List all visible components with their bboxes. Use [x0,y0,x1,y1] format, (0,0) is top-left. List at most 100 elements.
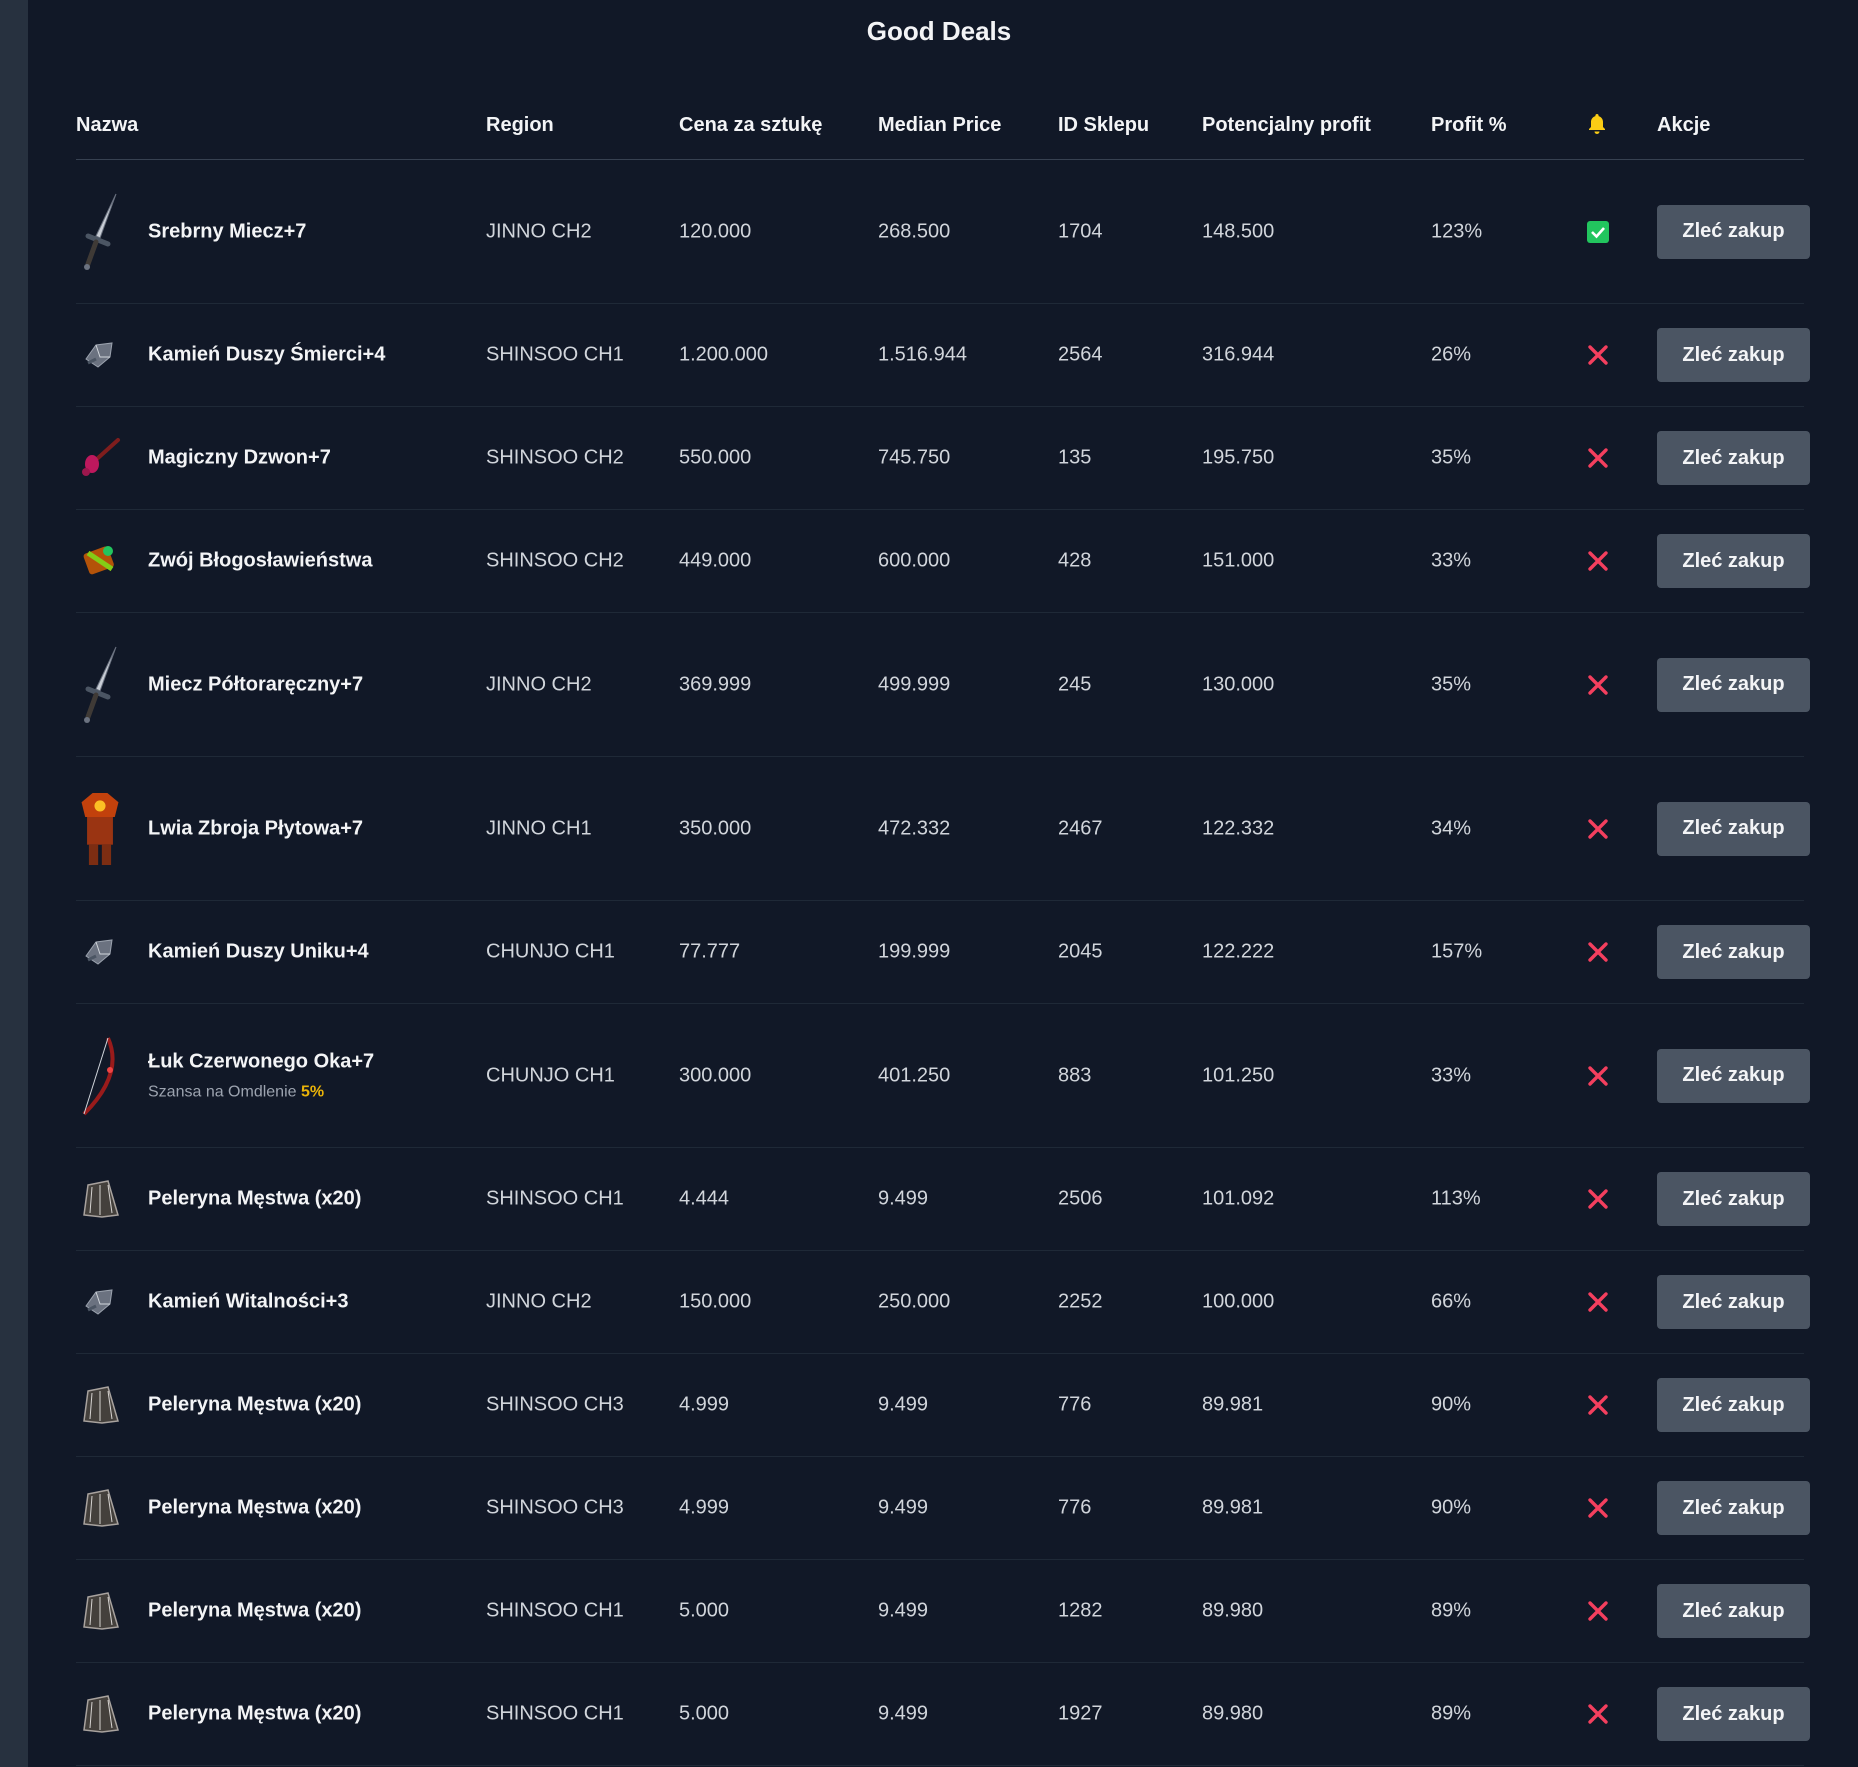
cross-icon[interactable] [1587,1703,1609,1725]
order-purchase-button[interactable]: Zleć zakup [1657,328,1810,382]
order-purchase-button[interactable]: Zleć zakup [1657,925,1810,979]
header-median-price[interactable]: Median Price [878,114,1001,137]
cross-icon[interactable] [1587,1291,1609,1313]
order-purchase-button[interactable]: Zleć zakup [1657,1481,1810,1535]
median-price-cell: 9.499 [878,1599,929,1622]
region-cell: SHINSOO CH3 [486,1393,624,1416]
price-cell: 1.200.000 [679,343,768,366]
table-row: Peleryna Męstwa (x20) SHINSOO CH3 4.999 9.4… [76,1457,1810,1560]
order-purchase-button[interactable]: Zleć zakup [1657,657,1810,712]
item-name: Peleryna Męstwa (x20) [148,1702,362,1725]
item-name-cell: Miecz Półtoraręczny+7 [148,673,363,696]
table-row: Kamień Witalności+3 JINNO CH2 150.000 250.0… [76,1251,1810,1354]
median-price-cell: 499.999 [878,673,951,695]
order-purchase-button[interactable]: Zleć zakup [1657,1687,1810,1741]
shop-id-cell: 135 [1058,446,1092,469]
order-purchase-button[interactable]: Zleć zakup [1657,1172,1810,1226]
item-name-cell: Zwój Błogosławieństwa [148,550,372,573]
profit-percent-cell: 33% [1431,549,1472,572]
price-cell: 150.000 [679,1290,752,1313]
profit-percent-cell: 157% [1431,940,1483,963]
item-name: Lwia Zbroja Płytowa+7 [148,817,364,839]
item-name-cell: Łuk Czerwonego Oka+7 Szansa na Omdlenie 5… [148,1050,374,1101]
region-cell: JINNO CH2 [486,1290,592,1313]
cross-icon[interactable] [1587,941,1609,963]
table-row: Magiczny Dzwon+7 SHINSOO CH2 550.000 745.75… [76,407,1810,510]
price-cell: 120.000 [679,220,752,242]
cross-icon[interactable] [1587,1065,1609,1087]
stone-icon [76,934,124,970]
region-cell: SHINSOO CH2 [486,446,624,469]
cross-icon[interactable] [1587,550,1609,572]
cross-icon[interactable] [1587,447,1609,469]
median-price-cell: 600.000 [878,549,951,572]
cross-icon[interactable] [1587,344,1609,366]
median-price-cell: 9.499 [878,1702,929,1725]
cross-icon[interactable] [1587,1600,1609,1622]
item-bonus-label: Szansa na Omdlenie [148,1083,297,1100]
cross-icon[interactable] [1587,1497,1609,1519]
region-cell: SHINSOO CH3 [486,1496,624,1519]
header-potential-profit[interactable]: Potencjalny profit [1202,114,1371,137]
header-name[interactable]: Nazwa [76,114,138,137]
table-row: Łuk Czerwonego Oka+7 Szansa na Omdlenie 5… [76,1004,1810,1148]
header-shop-id[interactable]: ID Sklepu [1058,114,1149,137]
price-cell: 4.999 [679,1496,730,1519]
cape-icon [76,1486,124,1530]
order-purchase-button[interactable]: Zleć zakup [1657,1584,1810,1638]
cross-icon[interactable] [1587,1394,1609,1416]
potential-profit-cell: 89.981 [1202,1496,1264,1519]
page-title: Good Deals [866,16,1012,46]
cape-icon [76,1177,124,1221]
potential-profit-cell: 100.000 [1202,1290,1275,1313]
header-region[interactable]: Region [486,114,554,137]
cross-icon[interactable] [1587,1188,1609,1210]
cross-icon[interactable] [1587,818,1609,840]
order-purchase-button[interactable]: Zleć zakup [1657,204,1810,259]
table-row: Kamień Duszy Uniku+4 CHUNJO CH1 77.777 199.… [76,901,1810,1004]
profit-percent-cell: 90% [1431,1393,1472,1416]
order-purchase-button[interactable]: Zleć zakup [1657,1275,1810,1329]
item-name-cell: Peleryna Męstwa (x20) [148,1188,361,1211]
table-row: Peleryna Męstwa (x20) SHINSOO CH1 5.000 9.4… [76,1663,1810,1766]
item-name-cell: Peleryna Męstwa (x20) [148,1497,361,1520]
shop-id-cell: 1704 [1058,220,1103,242]
item-bonus: Szansa na Omdlenie 5% [148,1083,374,1101]
order-purchase-button[interactable]: Zleć zakup [1657,534,1810,588]
order-purchase-button[interactable]: Zleć zakup [1657,801,1810,856]
median-price-cell: 9.499 [878,1187,929,1210]
order-purchase-button[interactable]: Zleć zakup [1657,1048,1810,1103]
potential-profit-cell: 122.332 [1202,817,1275,839]
deals-table: Nazwa Region Cena za sztukę Median Price… [76,92,1810,1766]
sword-icon [76,192,124,272]
item-name: Kamień Duszy Śmierci+4 [148,343,386,366]
order-purchase-button[interactable]: Zleć zakup [1657,1378,1810,1432]
item-name: Srebrny Miecz+7 [148,220,307,242]
median-price-cell: 472.332 [878,817,951,839]
profit-percent-cell: 35% [1431,446,1472,469]
item-name-cell: Kamień Witalności+3 [148,1291,348,1314]
median-price-cell: 1.516.944 [878,343,967,366]
header-profit-percent[interactable]: Profit % [1431,114,1507,137]
item-name-cell: Peleryna Męstwa (x20) [148,1394,361,1417]
table-row: Peleryna Męstwa (x20) SHINSOO CH1 5.000 9.4… [76,1560,1810,1663]
region-cell: SHINSOO CH1 [486,343,624,366]
median-price-cell: 268.500 [878,220,951,242]
shop-id-cell: 883 [1058,1064,1092,1086]
table-row: Srebrny Miecz+7 JINNO CH2 120.000 268.500 17… [76,160,1810,304]
shop-id-cell: 2506 [1058,1187,1103,1210]
shop-id-cell: 2467 [1058,817,1103,839]
check-icon[interactable] [1587,220,1609,243]
item-name: Peleryna Męstwa (x20) [148,1393,362,1416]
header-price[interactable]: Cena za sztukę [679,114,822,137]
price-cell: 5.000 [679,1599,730,1622]
profit-percent-cell: 89% [1431,1702,1472,1725]
cross-icon[interactable] [1587,674,1609,696]
potential-profit-cell: 151.000 [1202,549,1275,572]
potential-profit-cell: 195.750 [1202,446,1275,469]
region-cell: SHINSOO CH2 [486,549,624,572]
order-purchase-button[interactable]: Zleć zakup [1657,431,1810,485]
price-cell: 77.777 [679,940,741,963]
item-name: Magiczny Dzwon+7 [148,446,331,469]
item-name: Zwój Błogosławieństwa [148,549,373,572]
